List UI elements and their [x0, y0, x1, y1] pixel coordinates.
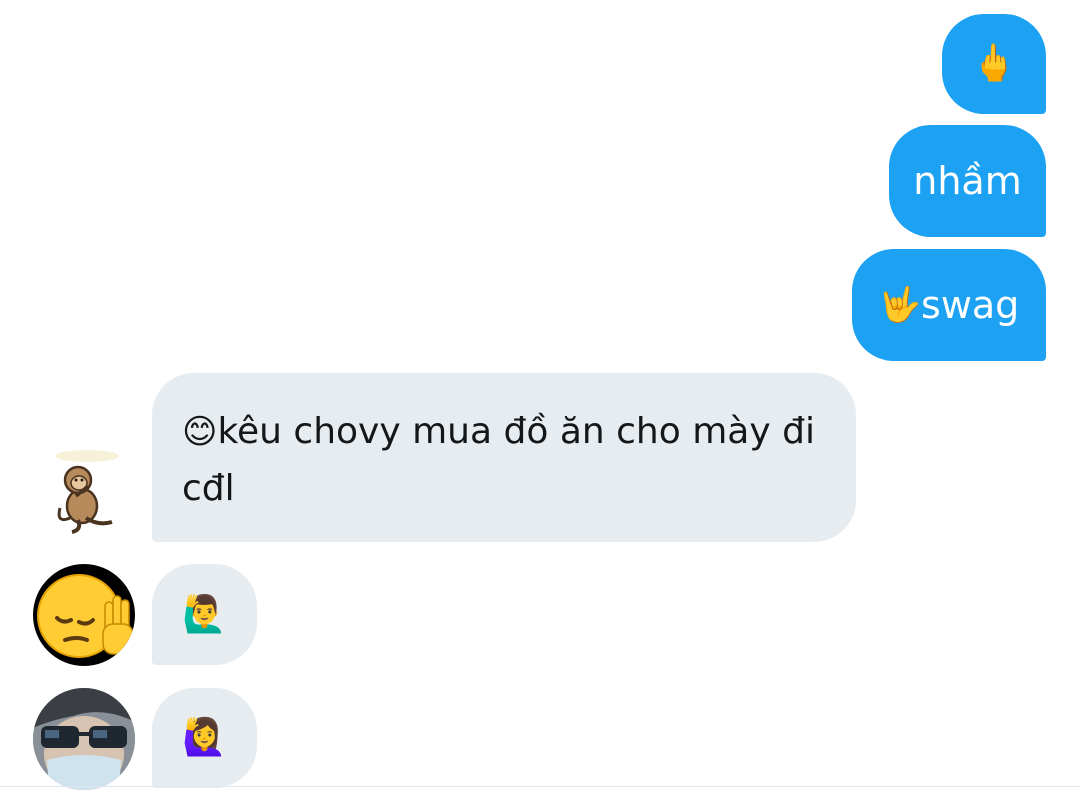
- sender-avatar[interactable]: [33, 688, 135, 790]
- received-message-bubble[interactable]: 🙋‍♀️: [152, 688, 257, 788]
- chat-thread: 🖕 nhầm 🤟 swag 😊kêu chovy mua đồ ăn cho m…: [0, 0, 1080, 806]
- received-message-bubble[interactable]: 🙋‍♂️: [152, 564, 257, 665]
- pensive-hand-emoji-icon: [37, 574, 134, 658]
- sent-message-bubble[interactable]: 🤟 swag: [852, 249, 1046, 361]
- man-raising-hand-emoji-icon: 🙋‍♂️: [182, 593, 227, 635]
- message-text: swag: [921, 283, 1020, 327]
- message-content: 😊kêu chovy mua đồ ăn cho mày đi cđl: [182, 403, 816, 517]
- divider: [0, 786, 1080, 787]
- sender-avatar[interactable]: [48, 448, 126, 536]
- sender-avatar[interactable]: [33, 564, 135, 666]
- message-text: kêu chovy mua đồ ăn cho mày đi cđl: [182, 411, 815, 509]
- woman-raising-hand-emoji-icon: 🙋‍♀️: [182, 717, 227, 758]
- monkey-sticker-icon: [55, 450, 119, 534]
- love-you-gesture-emoji-icon: 🤟: [878, 285, 922, 325]
- sent-message-bubble[interactable]: 🖕: [942, 14, 1046, 114]
- sunglasses-person-photo-icon: [33, 688, 135, 790]
- smiling-face-emoji-icon: 😊: [182, 412, 218, 452]
- sent-message-bubble[interactable]: nhầm: [889, 125, 1046, 237]
- received-message-bubble[interactable]: 😊kêu chovy mua đồ ăn cho mày đi cđl: [152, 373, 856, 542]
- message-text: nhầm: [913, 159, 1022, 203]
- middle-finger-emoji-icon: 🖕: [971, 43, 1017, 84]
